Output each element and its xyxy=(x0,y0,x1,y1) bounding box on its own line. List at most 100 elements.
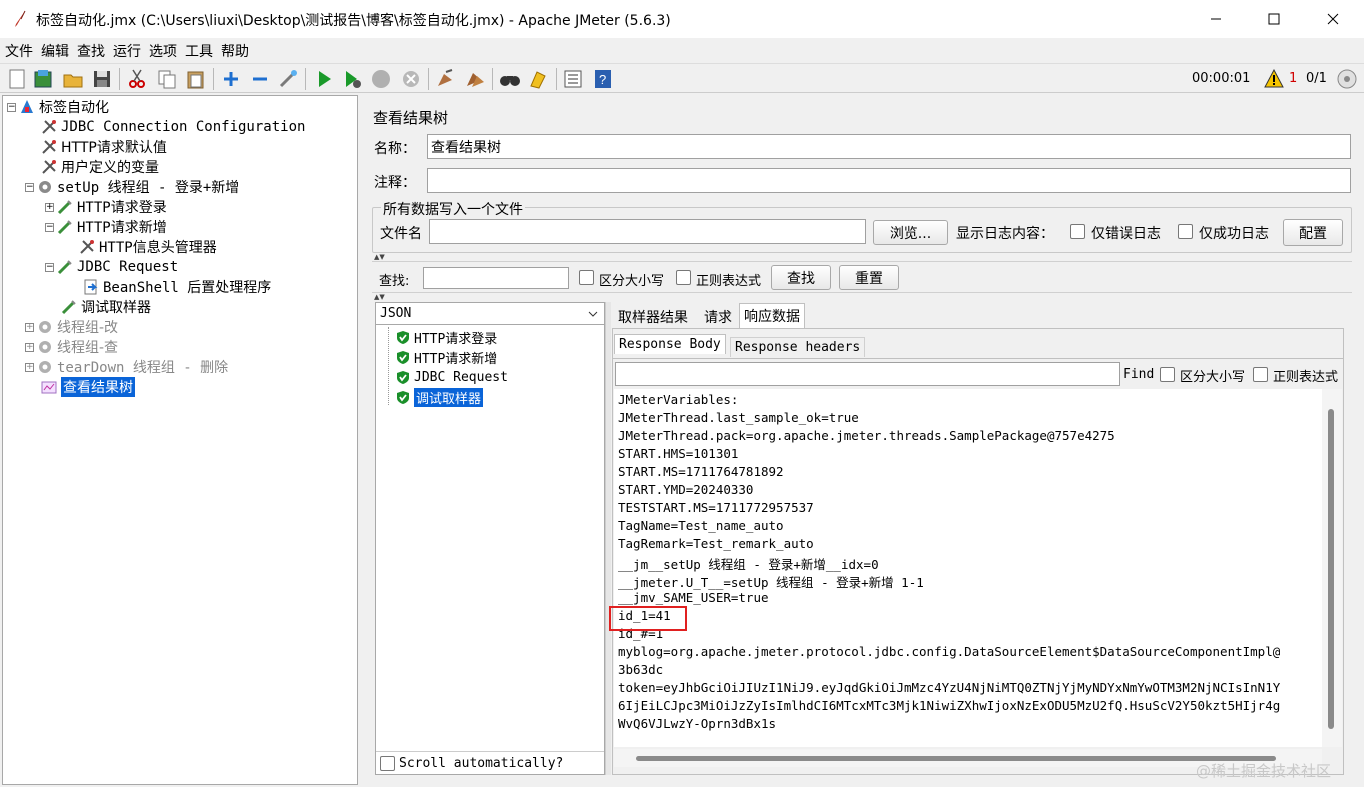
function-helper-icon[interactable] xyxy=(562,68,584,90)
success-only-label: 仅成功日志 xyxy=(1199,226,1269,242)
menu-file[interactable]: 文件 xyxy=(0,38,36,61)
collapse-toggle[interactable]: − xyxy=(45,222,54,232)
clear-icon[interactable] xyxy=(434,68,456,90)
menu-tools[interactable]: 工具 xyxy=(180,38,216,61)
menu-run[interactable]: 运行 xyxy=(108,38,144,61)
tree-item-http-login[interactable]: + HTTP请求登录 xyxy=(45,197,167,217)
result-item-selected[interactable]: 调试取样器 xyxy=(396,387,484,407)
regex-checkbox[interactable] xyxy=(676,270,691,285)
open-icon[interactable] xyxy=(62,68,84,90)
expand-toggle[interactable]: + xyxy=(45,202,54,212)
start-icon[interactable] xyxy=(313,68,335,90)
split-divider[interactable] xyxy=(605,302,611,775)
clear-all-icon[interactable] xyxy=(464,68,486,90)
menu-search[interactable]: 查找 xyxy=(72,38,108,61)
filename-input[interactable] xyxy=(429,219,866,244)
collapse-toggle[interactable]: − xyxy=(7,102,16,112)
reset-search-icon[interactable] xyxy=(527,68,549,90)
response-regex-checkbox[interactable] xyxy=(1253,367,1268,382)
success-shield-icon xyxy=(397,370,409,384)
splitter-handle[interactable]: ▲▼ xyxy=(374,293,385,301)
result-item[interactable]: JDBC Request xyxy=(396,367,508,387)
maximize-button[interactable] xyxy=(1251,0,1297,38)
renderer-select[interactable]: JSON xyxy=(376,303,604,325)
splitter-handle[interactable]: ▲▼ xyxy=(374,253,385,261)
comment-input[interactable] xyxy=(427,168,1351,193)
expand-toggle[interactable]: + xyxy=(25,342,34,352)
toolbar: ? 00:00:01 1 0/1 xyxy=(0,63,1364,93)
watermark: @稀土掘金技术社区 xyxy=(1196,762,1332,780)
expand-icon[interactable] xyxy=(220,68,242,90)
name-input[interactable]: 查看结果树 xyxy=(427,134,1351,159)
tree-item-label: HTTP信息头管理器 xyxy=(99,240,217,256)
cut-icon[interactable] xyxy=(126,68,148,90)
tab-response-data[interactable]: 响应数据 xyxy=(739,303,805,328)
stop-icon[interactable] xyxy=(370,68,392,90)
tab-request[interactable]: 请求 xyxy=(700,305,736,329)
new-icon[interactable] xyxy=(6,68,28,90)
errors-only-checkbox[interactable] xyxy=(1070,224,1085,239)
success-shield-icon xyxy=(397,390,409,404)
expand-toggle[interactable]: + xyxy=(25,362,34,372)
warning-icon[interactable] xyxy=(1264,69,1284,88)
case-sensitive-checkbox[interactable] xyxy=(579,270,594,285)
search-icon[interactable] xyxy=(499,68,521,90)
tab-sampler-result[interactable]: 取样器结果 xyxy=(614,305,692,329)
help-icon[interactable]: ? xyxy=(592,68,614,90)
panel-heading: 查看结果树 xyxy=(373,109,449,127)
tree-item-user-variables[interactable]: 用户定义的变量 xyxy=(41,157,159,177)
minimize-button[interactable] xyxy=(1193,0,1239,38)
tree-item-jdbc-request[interactable]: − JDBC Request xyxy=(45,257,178,277)
result-item[interactable]: HTTP请求登录 xyxy=(396,327,497,347)
tree-item-thread-group-update[interactable]: + 线程组-改 xyxy=(25,317,118,337)
tree-item-view-results-tree[interactable]: 查看结果树 xyxy=(41,377,135,397)
tree-item-beanshell[interactable]: BeanShell 后置处理程序 xyxy=(83,277,271,297)
tree-item-thread-group-query[interactable]: + 线程组-查 xyxy=(25,337,118,357)
browse-button[interactable]: 浏览... xyxy=(873,220,948,245)
menu-options[interactable]: 选项 xyxy=(144,38,180,61)
tab-response-body[interactable]: Response Body xyxy=(614,334,726,354)
tree-item-http-defaults[interactable]: HTTP请求默认值 xyxy=(41,137,167,157)
minimize-icon xyxy=(1211,18,1221,20)
copy-icon[interactable] xyxy=(156,68,178,90)
menu-help[interactable]: 帮助 xyxy=(216,38,252,61)
expand-toggle[interactable]: + xyxy=(25,322,34,332)
paste-icon[interactable] xyxy=(185,68,207,90)
search-input[interactable] xyxy=(423,267,569,289)
shutdown-icon[interactable] xyxy=(400,68,422,90)
response-body-text[interactable]: JMeterVariables: JMeterThread.last_sampl… xyxy=(614,389,1322,747)
response-find-input[interactable] xyxy=(615,362,1120,386)
remote-status-icon[interactable] xyxy=(1336,68,1358,90)
vertical-scrollbar-thumb[interactable] xyxy=(1328,409,1334,729)
scroll-automatically-checkbox[interactable] xyxy=(380,756,395,771)
templates-icon[interactable] xyxy=(32,68,54,90)
find-button[interactable]: 查找 xyxy=(771,265,831,290)
success-only-checkbox[interactable] xyxy=(1178,224,1193,239)
result-item[interactable]: HTTP请求新增 xyxy=(396,347,497,367)
tab-response-headers[interactable]: Response headers xyxy=(730,337,866,357)
collapse-toggle[interactable]: − xyxy=(25,182,34,192)
close-button[interactable] xyxy=(1310,0,1356,38)
configure-button[interactable]: 配置 xyxy=(1283,219,1343,246)
save-icon[interactable] xyxy=(91,68,113,90)
start-no-pause-icon[interactable] xyxy=(341,68,363,90)
tree-item-setup-thread-group[interactable]: − setUp 线程组 - 登录+新增 xyxy=(25,177,239,197)
tree-item-header-manager[interactable]: HTTP信息头管理器 xyxy=(79,237,217,257)
tree-item-debug-sampler[interactable]: 调试取样器 xyxy=(61,297,151,317)
menu-edit[interactable]: 编辑 xyxy=(36,38,72,61)
tree-item-teardown-thread-group[interactable]: + tearDown 线程组 - 删除 xyxy=(25,357,228,377)
case-sensitive-label: 区分大小写 xyxy=(599,274,665,289)
tree-item-test-plan[interactable]: − 标签自动化 xyxy=(7,97,109,117)
config-icon xyxy=(42,140,56,154)
tree-item-http-add[interactable]: − HTTP请求新增 xyxy=(45,217,167,237)
toggle-icon[interactable] xyxy=(277,68,299,90)
tree-item-label: setUp 线程组 - 登录+新增 xyxy=(57,180,240,196)
collapse-toggle[interactable]: − xyxy=(45,262,54,272)
response-case-checkbox[interactable] xyxy=(1160,367,1175,382)
name-label: 名称： xyxy=(374,141,416,157)
tree-item-jdbc-config[interactable]: JDBC Connection Configuration xyxy=(41,117,305,137)
vertical-scrollbar[interactable] xyxy=(1322,389,1342,747)
horizontal-scrollbar-thumb[interactable] xyxy=(636,756,1276,761)
collapse-icon[interactable] xyxy=(249,68,271,90)
reset-button[interactable]: 重置 xyxy=(839,265,899,290)
